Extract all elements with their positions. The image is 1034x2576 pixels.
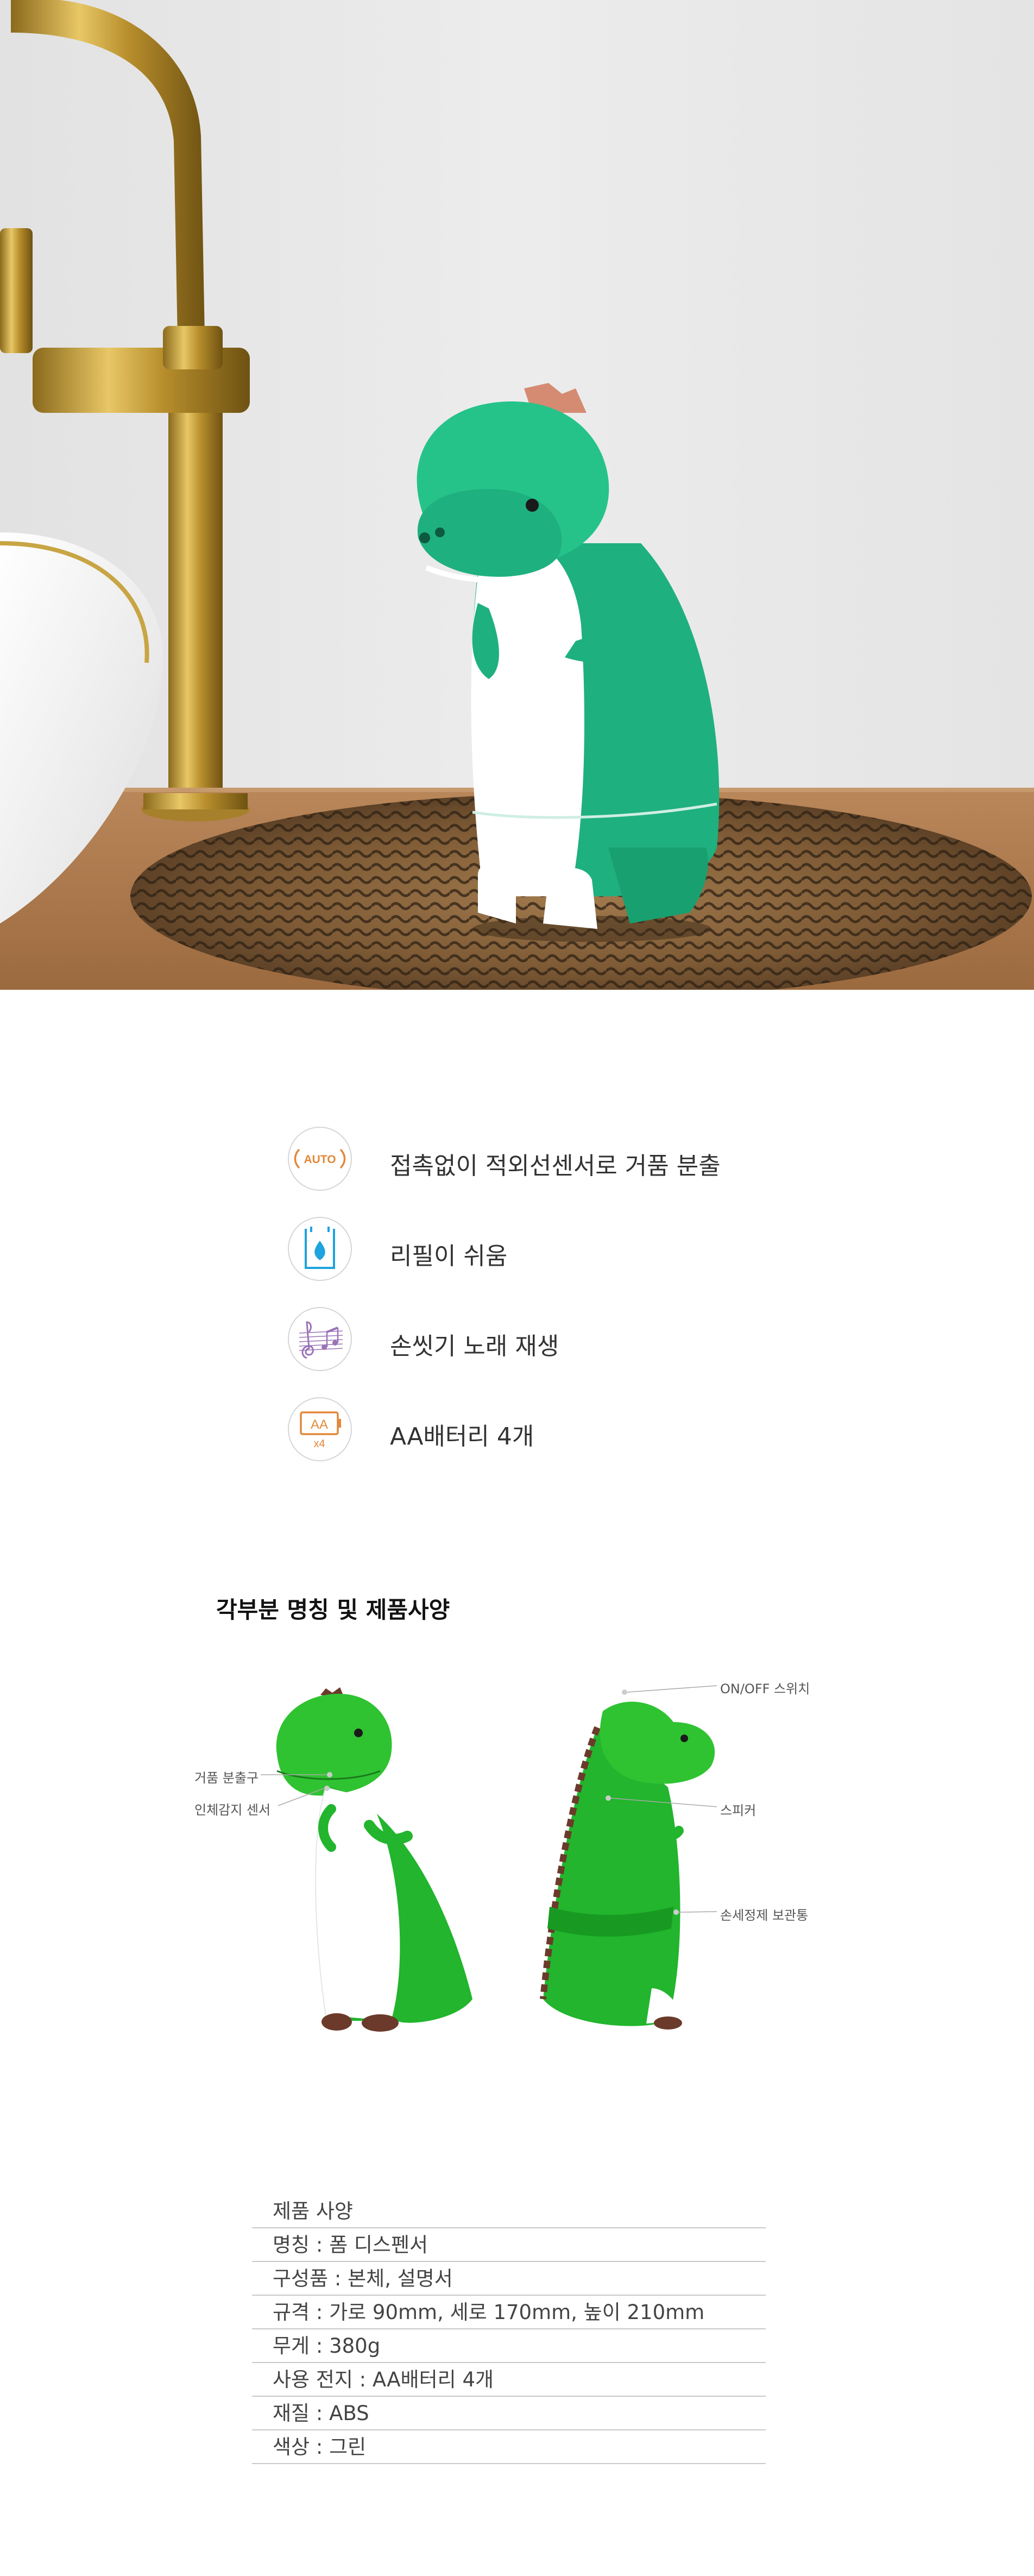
battery-icon: AA x4 bbox=[288, 1397, 352, 1461]
spec-header: 제품 사양 bbox=[252, 2195, 766, 2228]
spec-row: 사용 전지 : AA배터리 4개 bbox=[252, 2363, 766, 2397]
auto-icon: AUTO bbox=[288, 1127, 352, 1191]
callout-sensor: 인체감지 센서 bbox=[194, 1802, 271, 1818]
callout-speaker: 스피커 bbox=[720, 1803, 756, 1818]
spec-table: 제품 사양 명칭 : 폼 디스펜서 구성품 : 본체, 설명서 규격 : 가로 … bbox=[252, 2195, 766, 2464]
front-view-dino bbox=[276, 1687, 472, 2032]
feature-item: 손씻기 노래 재생 bbox=[288, 1294, 777, 1384]
spec-row: 명칭 : 폼 디스펜서 bbox=[252, 2228, 766, 2262]
battery-icon-count: x4 bbox=[313, 1438, 325, 1450]
hero-product-photo bbox=[0, 0, 1034, 990]
feature-label: AA배터리 4개 bbox=[390, 1423, 534, 1450]
feature-list: AUTO 접촉없이 적외선센서로 거품 분출 리필이 쉬움 손씻기 노래 재생 … bbox=[288, 1114, 777, 1474]
parts-diagram: 거품 분출구 인체감지 센서 ON/OFF 스위치 스피커 손세정제 보관통 bbox=[163, 1662, 869, 2053]
feature-item: AA x4 AA배터리 4개 bbox=[288, 1384, 777, 1474]
feature-label: 리필이 쉬움 bbox=[390, 1242, 508, 1270]
auto-icon-text: AUTO bbox=[304, 1153, 336, 1166]
spec-row: 구성품 : 본체, 설명서 bbox=[252, 2262, 766, 2296]
callout-nozzle: 거품 분출구 bbox=[194, 1770, 259, 1786]
callout-switch: ON/OFF 스위치 bbox=[720, 1681, 810, 1697]
feature-item: AUTO 접촉없이 적외선센서로 거품 분출 bbox=[288, 1114, 777, 1204]
battery-icon-text: AA bbox=[311, 1417, 328, 1432]
spec-row: 무게 : 380g bbox=[252, 2329, 766, 2363]
feature-label: 손씻기 노래 재생 bbox=[390, 1333, 559, 1360]
spec-row: 재질 : ABS bbox=[252, 2397, 766, 2430]
music-icon bbox=[288, 1307, 352, 1371]
side-view-dino bbox=[540, 1689, 715, 2030]
callout-storage: 손세정제 보관통 bbox=[720, 1908, 809, 1923]
feature-label: 접촉없이 적외선센서로 거품 분출 bbox=[390, 1152, 721, 1180]
refill-icon bbox=[288, 1217, 352, 1281]
spec-row: 색상 : 그린 bbox=[252, 2430, 766, 2464]
feature-item: 리필이 쉬움 bbox=[288, 1204, 777, 1294]
spec-row: 규격 : 가로 90mm, 세로 170mm, 높이 210mm bbox=[252, 2296, 766, 2329]
parts-section-title: 각부분 명칭 및 제품사양 bbox=[216, 1597, 450, 1623]
